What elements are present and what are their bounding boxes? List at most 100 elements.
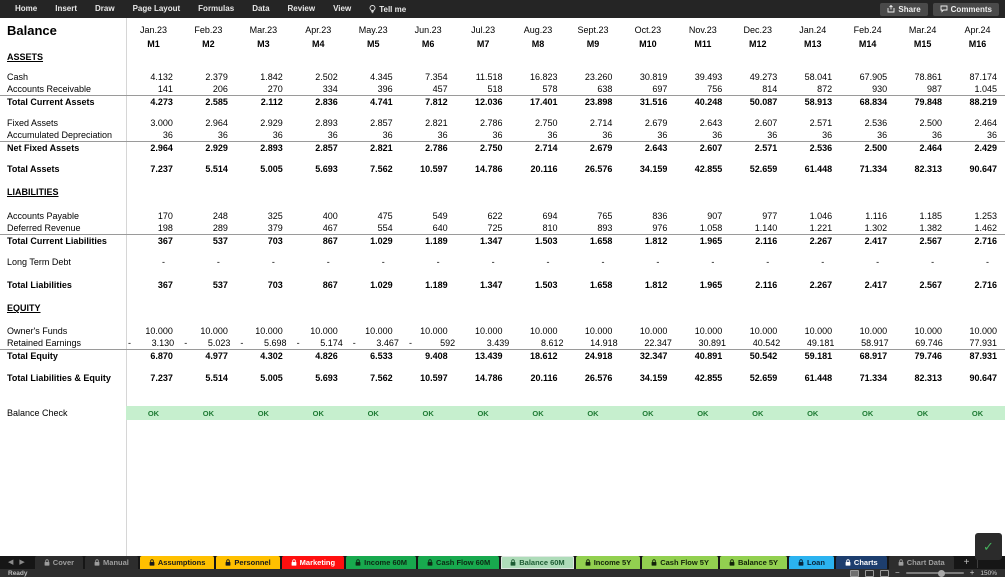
cell[interactable]: 2.786 [401,143,456,153]
balance-check-cell[interactable]: OK [566,409,621,418]
row-label[interactable]: Balance Check [0,408,126,418]
balance-check-cell[interactable]: OK [401,409,456,418]
cell[interactable]: 2.607 [730,118,785,128]
cell[interactable]: 3.439 [463,338,517,348]
row-label[interactable]: Total Liabilities & Equity [0,373,126,383]
cell[interactable]: 537 [181,280,236,290]
column-header-code[interactable]: M15 [895,39,950,49]
cell[interactable]: 1.842 [236,72,291,82]
sheet-tab-assumptions[interactable]: Assumptions [139,556,215,569]
cell[interactable]: 4.977 [181,351,236,361]
cell[interactable]: 2.893 [236,143,291,153]
cell[interactable]: 87.931 [950,351,1005,361]
cell[interactable]: 1.382 [895,223,950,233]
sheet-tab-balance-60m[interactable]: Balance 60M [501,556,574,569]
column-header-month[interactable]: Aug.23 [511,25,566,35]
cell[interactable]: 17.401 [511,97,566,107]
cell[interactable]: 1.658 [566,280,621,290]
cell[interactable]: 2.716 [950,280,1005,290]
cell[interactable]: 467 [291,223,346,233]
cell[interactable]: 1.189 [401,236,456,246]
cell[interactable]: 14.786 [456,164,511,174]
cell[interactable]: 36 [236,130,291,140]
cell[interactable]: 10.000 [236,326,291,336]
cell[interactable]: 1.347 [456,236,511,246]
cell[interactable]: 13.439 [456,351,511,361]
cell[interactable]: 836 [620,211,675,221]
cell[interactable]: 2.679 [620,118,675,128]
cell[interactable]: 14.918 [572,338,626,348]
cell[interactable]: 2.379 [181,72,236,82]
cell[interactable]: 2.417 [840,236,895,246]
column-header-month[interactable]: Jul.23 [456,25,511,35]
cell[interactable]: 52.659 [730,164,785,174]
cell[interactable]: 1.812 [620,236,675,246]
cell[interactable]: 10.000 [785,326,840,336]
cell[interactable]: 400 [291,211,346,221]
cell[interactable]: 2.643 [620,143,675,153]
column-header-month[interactable]: Jun.23 [401,25,456,35]
cell[interactable]: 2.500 [840,143,895,153]
row-label[interactable]: Total Equity [0,351,126,361]
cell[interactable]: 36 [840,130,895,140]
cell[interactable]: 893 [566,223,621,233]
cell[interactable]: 42.855 [675,373,730,383]
ribbon-tab-home[interactable]: Home [6,0,46,18]
cell[interactable]: 2.267 [785,280,840,290]
cell[interactable]: 987 [895,84,950,94]
column-header-month[interactable]: Apr.24 [950,25,1005,35]
cell[interactable]: 18.612 [511,351,566,361]
cell[interactable]: 40.891 [675,351,730,361]
cell[interactable]: 2.750 [511,118,566,128]
cell[interactable]: 49.273 [730,72,785,82]
cell[interactable]: 36 [401,130,456,140]
cell[interactable]: 7.562 [346,164,401,174]
cell[interactable]: 2.716 [950,236,1005,246]
balance-check-cell[interactable]: OK [456,409,511,418]
balance-check-cell[interactable]: OK [730,409,785,418]
cell[interactable]: 10.000 [566,326,621,336]
balance-check-cell[interactable]: OK [126,409,181,418]
row-label[interactable]: Total Current Assets [0,97,126,107]
balance-check-cell[interactable]: OK [840,409,895,418]
cell[interactable]: 4.741 [346,97,401,107]
balance-check-cell[interactable]: OK [236,409,291,418]
column-header-code[interactable]: M11 [675,39,730,49]
cell[interactable]: 1.503 [511,236,566,246]
cell[interactable]: 36 [181,130,236,140]
cell[interactable]: 930 [840,84,895,94]
column-header-month[interactable]: Mar.24 [895,25,950,35]
cell[interactable]: 2.821 [346,143,401,153]
cell[interactable]: 289 [181,223,236,233]
cell[interactable]: 1.302 [840,223,895,233]
column-header-code[interactable]: M10 [620,39,675,49]
cell[interactable]: 6.533 [346,351,401,361]
zoom-slider-thumb[interactable] [937,569,945,577]
column-header-month[interactable]: Feb.24 [840,25,895,35]
cell[interactable]: 4.826 [291,351,346,361]
cell[interactable]: 9.408 [401,351,456,361]
cell[interactable]: 334 [291,84,346,94]
cell[interactable]: 367 [126,280,181,290]
cell[interactable]: 36 [730,130,785,140]
balance-check-cell[interactable]: OK [895,409,950,418]
cell[interactable]: 10.000 [181,326,236,336]
cell[interactable]: - [511,257,566,267]
zoom-in-button[interactable]: + [970,569,975,577]
column-header-month[interactable]: Dec.23 [730,25,785,35]
cell[interactable]: 50.087 [730,97,785,107]
cell[interactable]: - 592 [407,338,463,348]
column-header-code[interactable]: M8 [511,39,566,49]
cell[interactable]: - 3.130 [126,338,182,348]
cell[interactable]: 2.929 [181,143,236,153]
cell[interactable]: 7.812 [401,97,456,107]
column-header-code[interactable]: M4 [291,39,346,49]
cell[interactable]: 68.917 [840,351,895,361]
row-label[interactable]: Retained Earnings [0,338,126,348]
cell[interactable]: 1.253 [950,211,1005,221]
cell[interactable]: 42.855 [675,164,730,174]
cell[interactable]: 52.659 [730,373,785,383]
ribbon-tab-page-layout[interactable]: Page Layout [124,0,190,18]
cell[interactable]: 36 [291,130,346,140]
balance-check-cell[interactable]: OK [620,409,675,418]
